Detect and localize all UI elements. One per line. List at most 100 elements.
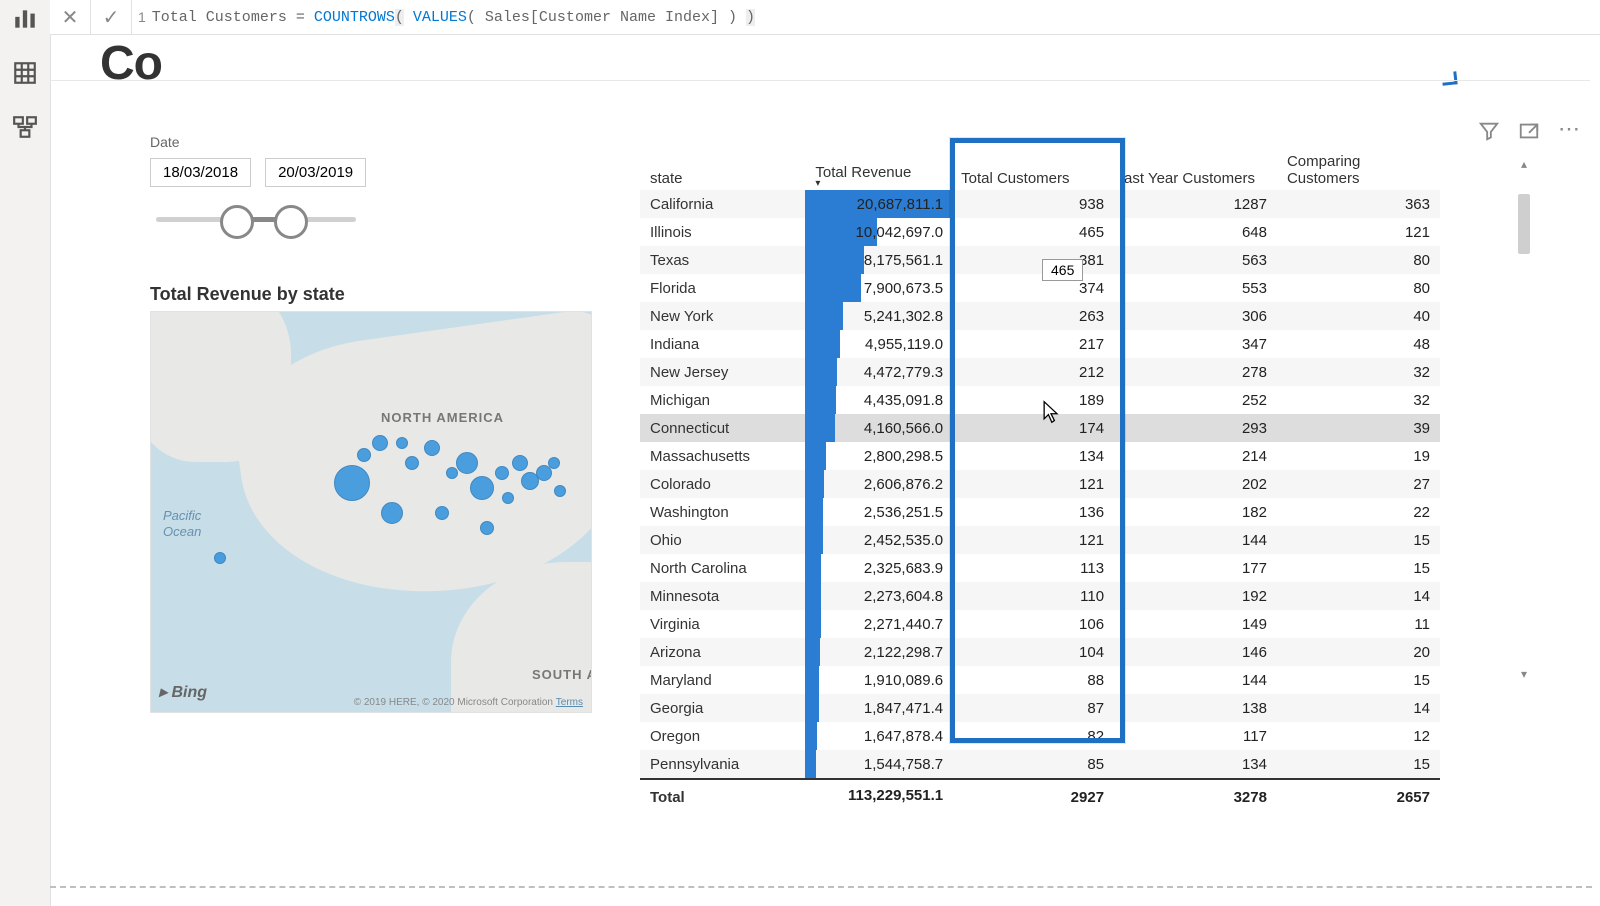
cell-comparing: 80 bbox=[1277, 274, 1440, 302]
map-bubble[interactable] bbox=[456, 452, 478, 474]
date-slicer[interactable]: Date 18/03/2018 20/03/2019 bbox=[150, 134, 366, 239]
table-row[interactable]: New Jersey4,472,779.321227832 bbox=[640, 358, 1440, 386]
map-bubble[interactable] bbox=[334, 465, 370, 501]
map-bubble[interactable] bbox=[446, 467, 458, 479]
table-row[interactable]: Connecticut4,160,566.017429339 bbox=[640, 414, 1440, 442]
more-options-icon[interactable]: ⋯ bbox=[1558, 120, 1582, 147]
table-row[interactable]: California20,687,811.19381287363 bbox=[640, 190, 1440, 218]
cell-customers: 263 bbox=[951, 302, 1114, 330]
cell-comparing: 32 bbox=[1277, 386, 1440, 414]
cell-customers: 212 bbox=[951, 358, 1114, 386]
data-view-icon[interactable] bbox=[12, 60, 38, 86]
col-revenue[interactable]: Total Revenue bbox=[805, 150, 951, 190]
map-bubble[interactable] bbox=[357, 448, 371, 462]
scroll-up-icon[interactable]: ▴ bbox=[1518, 158, 1530, 170]
table-row[interactable]: Colorado2,606,876.212120227 bbox=[640, 470, 1440, 498]
col-customers[interactable]: Total Customers bbox=[951, 150, 1114, 190]
table-row[interactable]: Ohio2,452,535.012114415 bbox=[640, 526, 1440, 554]
map-bubble[interactable] bbox=[548, 457, 560, 469]
table-scrollbar[interactable]: ▴ ▾ bbox=[1518, 158, 1530, 680]
map-bubble[interactable] bbox=[435, 506, 449, 520]
slider-handle-end[interactable] bbox=[274, 205, 308, 239]
model-view-icon[interactable] bbox=[12, 114, 38, 140]
filter-icon[interactable] bbox=[1478, 120, 1500, 147]
map-bubble[interactable] bbox=[396, 437, 408, 449]
focus-mode-icon[interactable] bbox=[1518, 120, 1540, 147]
cell-revenue: 2,536,251.5 bbox=[805, 498, 951, 526]
table-row[interactable]: Virginia2,271,440.710614911 bbox=[640, 610, 1440, 638]
cell-revenue: 2,800,298.5 bbox=[805, 442, 951, 470]
map-canvas[interactable]: NORTH AMERICA Pacific Ocean SOUTH A ▸ Bi… bbox=[150, 311, 592, 713]
table-row[interactable]: Massachusetts2,800,298.513421419 bbox=[640, 442, 1440, 470]
cell-lastyear: 252 bbox=[1114, 386, 1277, 414]
map-visual[interactable]: Total Revenue by state NORTH AMERICA Pac… bbox=[150, 284, 590, 713]
table-row[interactable]: North Carolina2,325,683.911317715 bbox=[640, 554, 1440, 582]
cell-customers: 87 bbox=[951, 694, 1114, 722]
formula-text[interactable]: Total Customers = COUNTROWS( VALUES( Sal… bbox=[152, 9, 755, 26]
date-slider[interactable] bbox=[156, 199, 356, 239]
visual-header: ⋯ bbox=[1478, 120, 1582, 147]
cell-revenue: 2,606,876.2 bbox=[805, 470, 951, 498]
cell-revenue: 4,472,779.3 bbox=[805, 358, 951, 386]
date-end-input[interactable]: 20/03/2019 bbox=[265, 158, 366, 187]
cell-customers: 174 bbox=[951, 414, 1114, 442]
cell-state: Washington bbox=[640, 498, 805, 526]
table-row[interactable]: Georgia1,847,471.48713814 bbox=[640, 694, 1440, 722]
report-view-icon[interactable] bbox=[12, 6, 38, 32]
col-lastyear[interactable]: ast Year Customers bbox=[1114, 150, 1277, 190]
table-row[interactable]: Pennsylvania1,544,758.78513415 bbox=[640, 750, 1440, 779]
map-terms-link[interactable]: Terms bbox=[556, 697, 583, 708]
map-bubble[interactable] bbox=[495, 466, 509, 480]
scroll-down-icon[interactable]: ▾ bbox=[1518, 668, 1530, 680]
table-row[interactable]: Washington2,536,251.513618222 bbox=[640, 498, 1440, 526]
cell-state: Pennsylvania bbox=[640, 750, 805, 779]
cell-state: Georgia bbox=[640, 694, 805, 722]
table-row[interactable]: Indiana4,955,119.021734748 bbox=[640, 330, 1440, 358]
cell-lastyear: 347 bbox=[1114, 330, 1277, 358]
cell-lastyear: 144 bbox=[1114, 526, 1277, 554]
cell-state: Florida bbox=[640, 274, 805, 302]
table-row[interactable]: Maryland1,910,089.68814415 bbox=[640, 666, 1440, 694]
table-row[interactable]: Florida7,900,673.537455380 bbox=[640, 274, 1440, 302]
cell-comparing: 20 bbox=[1277, 638, 1440, 666]
table-row[interactable]: Oregon1,647,878.48211712 bbox=[640, 722, 1440, 750]
map-bubble[interactable] bbox=[372, 435, 388, 451]
cell-customers: 110 bbox=[951, 582, 1114, 610]
cell-state: New York bbox=[640, 302, 805, 330]
col-state[interactable]: state bbox=[640, 150, 805, 190]
map-bubble[interactable] bbox=[502, 492, 514, 504]
cell-lastyear: 278 bbox=[1114, 358, 1277, 386]
cell-state: California bbox=[640, 190, 805, 218]
cell-comparing: 22 bbox=[1277, 498, 1440, 526]
cell-customers: 189 bbox=[951, 386, 1114, 414]
cell-customers: 465 bbox=[951, 218, 1114, 246]
table-row[interactable]: Minnesota2,273,604.811019214 bbox=[640, 582, 1440, 610]
map-bubble[interactable] bbox=[480, 521, 494, 535]
map-bubble[interactable] bbox=[214, 552, 226, 564]
col-comparing[interactable]: Comparing Customers bbox=[1277, 150, 1440, 190]
cell-revenue: 2,122,298.7 bbox=[805, 638, 951, 666]
date-start-input[interactable]: 18/03/2018 bbox=[150, 158, 251, 187]
cell-state: Connecticut bbox=[640, 414, 805, 442]
table-row[interactable]: Arizona2,122,298.710414620 bbox=[640, 638, 1440, 666]
cell-comparing: 11 bbox=[1277, 610, 1440, 638]
scroll-thumb[interactable] bbox=[1518, 194, 1530, 254]
formula-commit-button[interactable]: ✓ bbox=[91, 0, 132, 34]
table-row[interactable]: New York5,241,302.826330640 bbox=[640, 302, 1440, 330]
table-visual[interactable]: state Total Revenue Total Customers ast … bbox=[640, 150, 1530, 720]
map-bubble[interactable] bbox=[554, 485, 566, 497]
map-bubble[interactable] bbox=[470, 476, 494, 500]
formula-cancel-button[interactable]: ✕ bbox=[50, 0, 91, 34]
slider-handle-start[interactable] bbox=[220, 205, 254, 239]
table-row[interactable]: Michigan4,435,091.818925232 bbox=[640, 386, 1440, 414]
cell-lastyear: 117 bbox=[1114, 722, 1277, 750]
map-bubble[interactable] bbox=[381, 502, 403, 524]
cell-comparing: 15 bbox=[1277, 750, 1440, 779]
table-row[interactable]: Illinois10,042,697.0465648121 bbox=[640, 218, 1440, 246]
map-bubble[interactable] bbox=[512, 455, 528, 471]
map-bubble[interactable] bbox=[405, 456, 419, 470]
map-bubble[interactable] bbox=[424, 440, 440, 456]
cell-comparing: 14 bbox=[1277, 582, 1440, 610]
table-row[interactable]: Texas8,175,561.138156380 bbox=[640, 246, 1440, 274]
cell-state: Arizona bbox=[640, 638, 805, 666]
